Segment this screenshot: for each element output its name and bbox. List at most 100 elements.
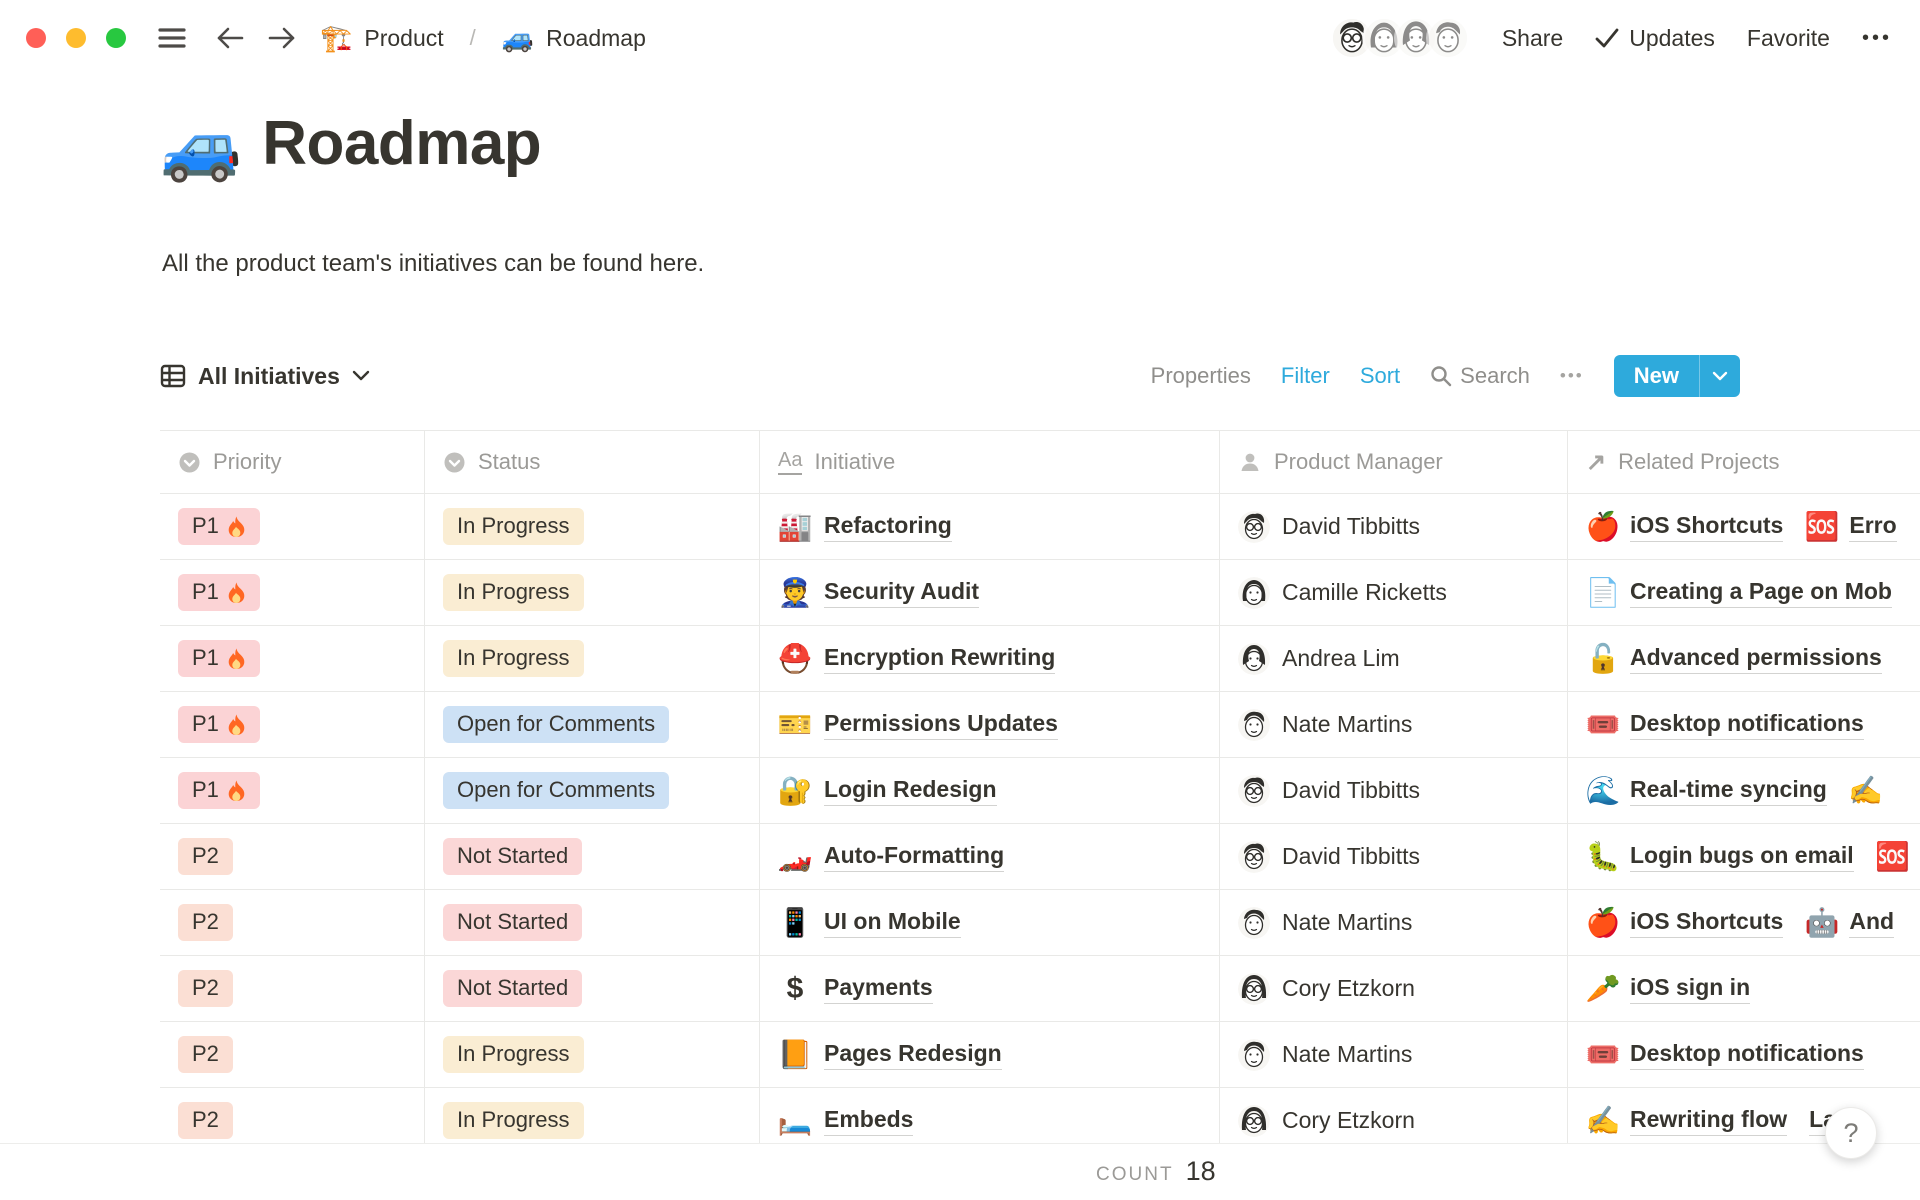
breadcrumb-item-product[interactable]: 🏗️ Product	[320, 25, 444, 52]
initiative-cell[interactable]: $Payments	[760, 956, 1220, 1021]
new-button-label[interactable]: New	[1614, 355, 1699, 397]
priority-cell[interactable]: P1	[160, 560, 425, 625]
help-button[interactable]: ?	[1825, 1107, 1877, 1159]
viewer-avatars[interactable]	[1330, 16, 1470, 60]
related-project-link[interactable]: 🎟️Desktop notifications	[1586, 710, 1864, 740]
column-header-status[interactable]: Status	[425, 431, 760, 493]
initiative-link[interactable]: UI on Mobile	[824, 908, 961, 938]
status-cell[interactable]: In Progress	[425, 560, 760, 625]
status-cell[interactable]: In Progress	[425, 494, 760, 559]
related-project-link[interactable]: 🍎iOS Shortcuts	[1586, 512, 1783, 542]
priority-cell[interactable]: P2	[160, 956, 425, 1021]
initiative-link[interactable]: Embeds	[824, 1106, 913, 1136]
favorite-button[interactable]: Favorite	[1747, 25, 1830, 52]
related-project-link[interactable]: ✍️	[1849, 777, 1883, 805]
product-manager-cell[interactable]: Cory Etzkorn	[1220, 1088, 1568, 1143]
updates-button[interactable]: Updates	[1595, 25, 1715, 52]
search-button[interactable]: Search	[1430, 363, 1530, 389]
product-manager-cell[interactable]: Nate Martins	[1220, 692, 1568, 757]
more-options-icon[interactable]: •••	[1862, 27, 1892, 50]
page-title[interactable]: Roadmap	[262, 108, 541, 179]
related-project-link[interactable]: 🍎iOS Shortcuts	[1586, 908, 1783, 938]
related-projects-cell[interactable]: 🥕iOS sign in	[1568, 956, 1920, 1021]
row-count[interactable]: COUNT 18	[1096, 1156, 1216, 1187]
status-cell[interactable]: Not Started	[425, 956, 760, 1021]
status-cell[interactable]: In Progress	[425, 1022, 760, 1087]
product-manager-cell[interactable]: David Tibbitts	[1220, 824, 1568, 889]
priority-cell[interactable]: P1	[160, 692, 425, 757]
initiative-link[interactable]: Payments	[824, 974, 933, 1004]
product-manager-cell[interactable]: Nate Martins	[1220, 890, 1568, 955]
initiative-link[interactable]: Login Redesign	[824, 776, 997, 806]
sidebar-toggle-icon[interactable]	[158, 27, 186, 49]
status-cell[interactable]: Open for Comments	[425, 758, 760, 823]
related-project-link[interactable]: 🌊Real-time syncing	[1586, 776, 1827, 806]
related-project-link[interactable]: 🆘Erro	[1805, 512, 1896, 542]
related-project-link[interactable]: 🔓Advanced permissions	[1586, 644, 1882, 674]
initiative-link[interactable]: Auto-Formatting	[824, 842, 1004, 872]
initiative-cell[interactable]: 🛏️Embeds	[760, 1088, 1220, 1143]
view-switcher[interactable]: All Initiatives	[160, 363, 370, 390]
status-cell[interactable]: Open for Comments	[425, 692, 760, 757]
product-manager-cell[interactable]: Nate Martins	[1220, 1022, 1568, 1087]
new-button-dropdown[interactable]	[1699, 355, 1740, 397]
priority-cell[interactable]: P2	[160, 824, 425, 889]
initiative-cell[interactable]: 📱UI on Mobile	[760, 890, 1220, 955]
related-project-link[interactable]: 🆘	[1876, 843, 1910, 871]
status-cell[interactable]: Not Started	[425, 824, 760, 889]
product-manager-cell[interactable]: Andrea Lim	[1220, 626, 1568, 691]
forward-arrow-icon[interactable]	[268, 26, 296, 50]
product-manager-cell[interactable]: Camille Ricketts	[1220, 560, 1568, 625]
related-project-link[interactable]: ✍️Rewriting flow	[1586, 1106, 1787, 1136]
related-projects-cell[interactable]: 🔓Advanced permissions	[1568, 626, 1920, 691]
page-description[interactable]: All the product team's initiatives can b…	[162, 250, 704, 278]
product-manager-cell[interactable]: Cory Etzkorn	[1220, 956, 1568, 1021]
priority-cell[interactable]: P2	[160, 1088, 425, 1143]
zoom-window-button[interactable]	[106, 28, 126, 48]
initiative-cell[interactable]: 👮Security Audit	[760, 560, 1220, 625]
initiative-cell[interactable]: 🏭Refactoring	[760, 494, 1220, 559]
related-project-link[interactable]: 🥕iOS sign in	[1586, 974, 1750, 1004]
priority-cell[interactable]: P1	[160, 626, 425, 691]
initiative-cell[interactable]: 🏎️Auto-Formatting	[760, 824, 1220, 889]
related-projects-cell[interactable]: 🐛Login bugs on email 🆘	[1568, 824, 1920, 889]
priority-cell[interactable]: P2	[160, 1022, 425, 1087]
properties-button[interactable]: Properties	[1151, 363, 1251, 389]
sort-button[interactable]: Sort	[1360, 363, 1400, 389]
initiative-cell[interactable]: 🔐Login Redesign	[760, 758, 1220, 823]
related-project-link[interactable]: 🐛Login bugs on email	[1586, 842, 1854, 872]
related-project-link[interactable]: 🤖And	[1805, 908, 1894, 938]
initiative-cell[interactable]: 🎫Permissions Updates	[760, 692, 1220, 757]
filter-button[interactable]: Filter	[1281, 363, 1330, 389]
column-header-priority[interactable]: Priority	[160, 431, 425, 493]
close-window-button[interactable]	[26, 28, 46, 48]
initiative-link[interactable]: Permissions Updates	[824, 710, 1058, 740]
breadcrumb-item-roadmap[interactable]: 🚙 Roadmap	[502, 25, 646, 52]
priority-cell[interactable]: P2	[160, 890, 425, 955]
related-projects-cell[interactable]: 🌊Real-time syncing ✍️	[1568, 758, 1920, 823]
column-header-related-projects[interactable]: ↗Related Projects	[1568, 431, 1920, 493]
product-manager-cell[interactable]: David Tibbitts	[1220, 758, 1568, 823]
initiative-link[interactable]: Security Audit	[824, 578, 979, 608]
new-row-button[interactable]: New	[1614, 355, 1740, 397]
related-projects-cell[interactable]: 🍎iOS Shortcuts 🤖And	[1568, 890, 1920, 955]
related-projects-cell[interactable]: 🎟️Desktop notifications	[1568, 692, 1920, 757]
related-projects-cell[interactable]: 📄Creating a Page on Mob	[1568, 560, 1920, 625]
column-header-initiative[interactable]: AaInitiative	[760, 431, 1220, 493]
priority-cell[interactable]: P1	[160, 494, 425, 559]
status-cell[interactable]: In Progress	[425, 626, 760, 691]
back-arrow-icon[interactable]	[216, 26, 244, 50]
page-icon[interactable]: 🚙	[160, 113, 242, 179]
initiative-link[interactable]: Pages Redesign	[824, 1040, 1002, 1070]
related-projects-cell[interactable]: 🍎iOS Shortcuts 🆘Erro	[1568, 494, 1920, 559]
priority-cell[interactable]: P1	[160, 758, 425, 823]
related-projects-cell[interactable]: 🎟️Desktop notifications	[1568, 1022, 1920, 1087]
column-header-product-manager[interactable]: Product Manager	[1220, 431, 1568, 493]
minimize-window-button[interactable]	[66, 28, 86, 48]
product-manager-cell[interactable]: David Tibbitts	[1220, 494, 1568, 559]
status-cell[interactable]: In Progress	[425, 1088, 760, 1143]
initiative-link[interactable]: Encryption Rewriting	[824, 644, 1055, 674]
related-project-link[interactable]: 📄Creating a Page on Mob	[1586, 578, 1892, 608]
status-cell[interactable]: Not Started	[425, 890, 760, 955]
initiative-link[interactable]: Refactoring	[824, 512, 952, 542]
